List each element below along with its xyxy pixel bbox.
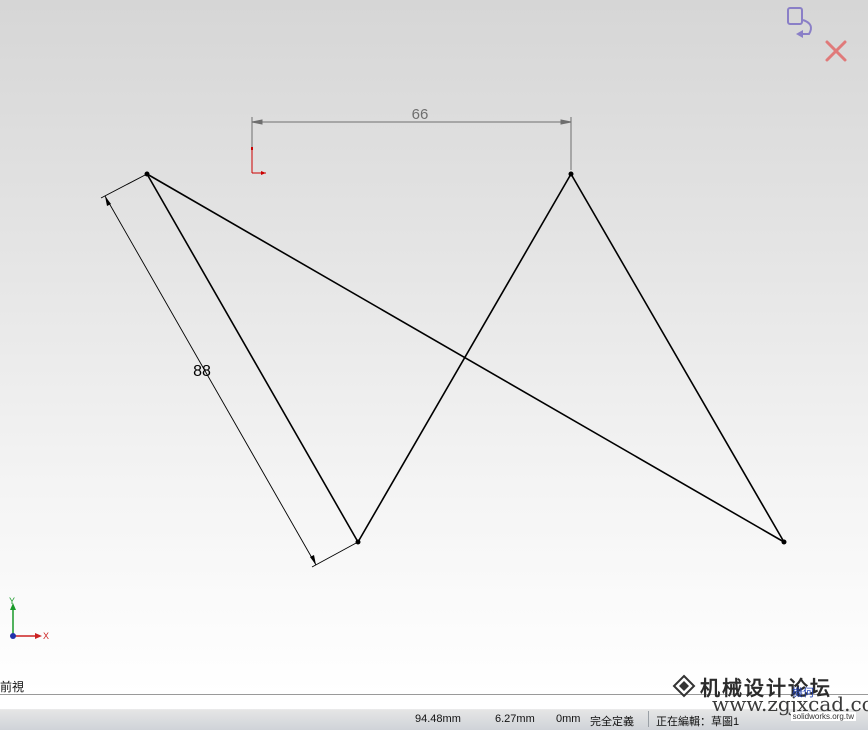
triad-x-label: X — [43, 631, 49, 641]
status-z-coordinate: 0mm — [556, 713, 581, 725]
sketch-line-4[interactable] — [146, 173, 785, 543]
view-orientation-label: 前視 — [0, 680, 25, 694]
watermark-logo-chars: 機何 — [792, 686, 814, 699]
dimension-aligned[interactable] — [100, 173, 359, 568]
watermark-logo-icon — [672, 674, 696, 698]
status-y-coordinate: 6.27mm — [495, 713, 535, 725]
dimension-aligned-value[interactable]: 88 — [193, 363, 211, 380]
sketch-point[interactable] — [781, 539, 787, 545]
reference-triad-icon — [10, 603, 42, 639]
status-separator — [648, 711, 649, 727]
watermark-small-text: solidworks.org.tw — [790, 712, 856, 721]
sketch-line-3[interactable] — [570, 173, 785, 543]
sketch-point[interactable] — [568, 171, 574, 177]
sketch-line-1[interactable] — [146, 173, 359, 543]
sketch-canvas[interactable]: 66 88 Y X — [0, 0, 868, 694]
status-sketch-state: 完全定義 — [590, 716, 634, 728]
triad-y-label: Y — [9, 596, 15, 606]
watermark: 机械设计论坛 www.zgjxcad.com solidworks.org.tw… — [672, 672, 868, 726]
dimension-horizontal-value[interactable]: 66 — [412, 106, 429, 123]
confirm-exit-sketch-icon[interactable] — [787, 7, 812, 38]
dimension-horizontal[interactable] — [251, 117, 572, 170]
graphics-area[interactable]: 66 88 Y X 前視 — [0, 0, 868, 694]
cancel-sketch-icon[interactable] — [825, 40, 847, 62]
sketch-origin-icon — [251, 147, 266, 175]
status-x-coordinate: 94.48mm — [415, 713, 461, 725]
